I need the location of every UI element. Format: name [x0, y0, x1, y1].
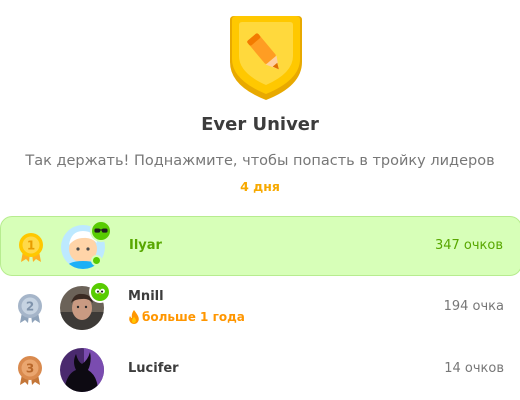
- user-name[interactable]: Mnill: [128, 289, 164, 304]
- avatar[interactable]: [60, 348, 104, 392]
- gold-medal-icon: 1: [19, 233, 43, 262]
- streak-text: больше 1 года: [142, 310, 245, 324]
- silver-medal-icon: 2: [18, 294, 42, 323]
- duo-sunglasses-icon: [90, 220, 112, 242]
- leaderboard-row[interactable]: 3 Lucifer 14 очков: [0, 340, 520, 400]
- user-name[interactable]: Ilyar: [129, 238, 162, 253]
- user-name[interactable]: Lucifer: [128, 361, 179, 376]
- online-status-dot: [91, 255, 102, 266]
- leaderboard: 1 Ilyar 347 очков 2 Mnill больше 1 года …: [0, 216, 520, 400]
- avatar-image-lucifer: [60, 348, 104, 392]
- bronze-medal-icon: 3: [18, 356, 42, 385]
- league-title: Ever Univer: [201, 114, 319, 135]
- rank-number: 3: [26, 362, 34, 376]
- leaderboard-row[interactable]: 2 Mnill больше 1 года 194 очка: [0, 278, 520, 338]
- league-badge-icon: [230, 16, 302, 100]
- duo-owl-icon: [89, 281, 111, 303]
- leaderboard-row[interactable]: 1 Ilyar 347 очков: [0, 216, 520, 276]
- league-subtitle: Так держать! Поднажмите, чтобы попасть в…: [25, 153, 495, 169]
- avatar[interactable]: [60, 281, 111, 330]
- user-points: 194 очка: [443, 299, 504, 314]
- flame-icon: [129, 310, 139, 324]
- streak-label: больше 1 года: [128, 310, 245, 324]
- user-points: 14 очков: [444, 361, 504, 376]
- user-points: 347 очков: [434, 238, 503, 253]
- time-left-label: 4 дня: [240, 179, 280, 194]
- avatar[interactable]: [61, 220, 112, 269]
- rank-number: 1: [27, 239, 35, 253]
- rank-number: 2: [26, 300, 34, 314]
